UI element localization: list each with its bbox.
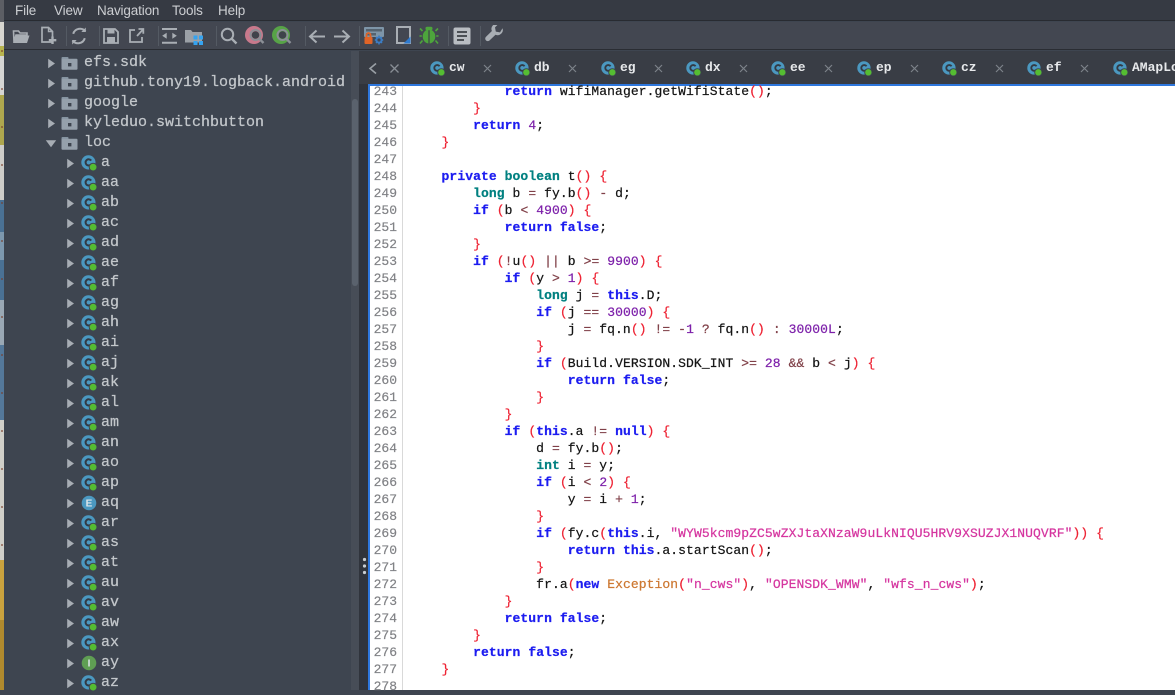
svg-text:E: E xyxy=(86,499,93,510)
svg-text:I: I xyxy=(88,659,91,670)
